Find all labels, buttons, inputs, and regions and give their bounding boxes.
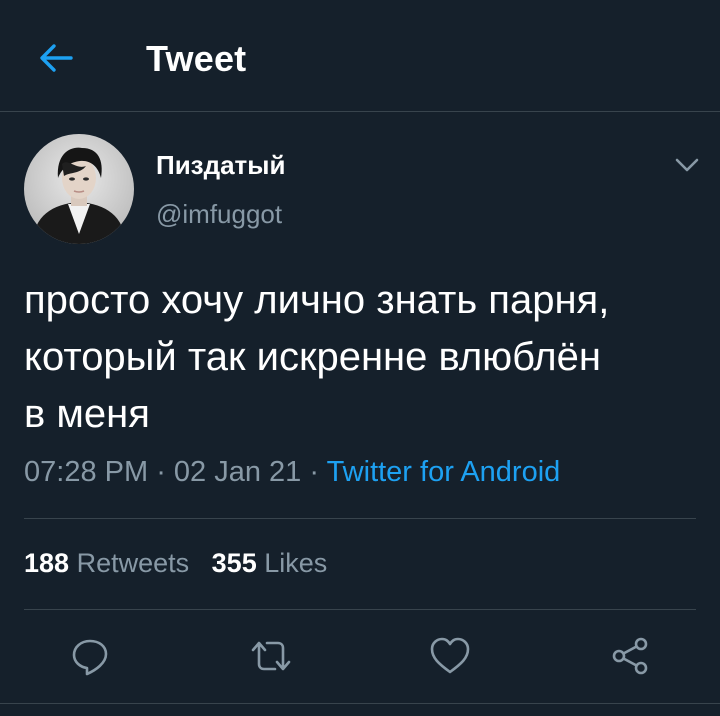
likes-stat[interactable]: 355 Likes (212, 548, 328, 578)
tweet-date: 02 Jan 21 (173, 456, 302, 488)
heart-icon (430, 637, 470, 674)
page-title: Tweet (146, 38, 247, 79)
meta-separator: · (148, 456, 174, 488)
user-handle[interactable]: @imfuggot (156, 199, 282, 230)
display-name[interactable]: Пиздатый (156, 150, 285, 181)
tweet-text: просто хочу лично знать парня, который т… (24, 278, 610, 436)
avatar[interactable] (24, 134, 134, 244)
reply-icon (72, 639, 108, 676)
share-icon (612, 637, 648, 675)
tweet-meta: 07:28 PM · 02 Jan 21 · Twitter for Andro… (24, 456, 560, 489)
retweets-count: 188 (24, 548, 70, 578)
back-button[interactable] (34, 36, 78, 80)
share-button[interactable] (608, 634, 652, 678)
retweet-icon (251, 641, 291, 671)
retweets-label: Retweets (76, 548, 190, 578)
tweet-time: 07:28 PM (24, 456, 149, 488)
tweet-menu-button[interactable] (672, 150, 702, 180)
retweet-button[interactable] (249, 634, 293, 678)
arrow-left-icon (40, 44, 73, 72)
retweets-stat[interactable]: 188 Retweets (24, 548, 189, 578)
divider (24, 609, 696, 610)
likes-label: Likes (264, 548, 328, 578)
reply-button[interactable] (68, 634, 112, 678)
tweet-source-link[interactable]: Twitter for Android (327, 456, 561, 488)
divider (0, 703, 720, 704)
like-button[interactable] (428, 634, 472, 678)
tweet-stats: 188 Retweets 355 Likes (24, 548, 327, 579)
top-bar: Tweet (0, 0, 720, 112)
meta-separator: · (301, 456, 327, 488)
tweet-detail-screen: Tweet Пиздатый @imfuggot просто хочу лич… (0, 0, 720, 716)
likes-count: 355 (211, 548, 257, 578)
divider (24, 518, 696, 519)
chevron-down-icon (675, 158, 699, 172)
profile-photo (24, 134, 134, 244)
